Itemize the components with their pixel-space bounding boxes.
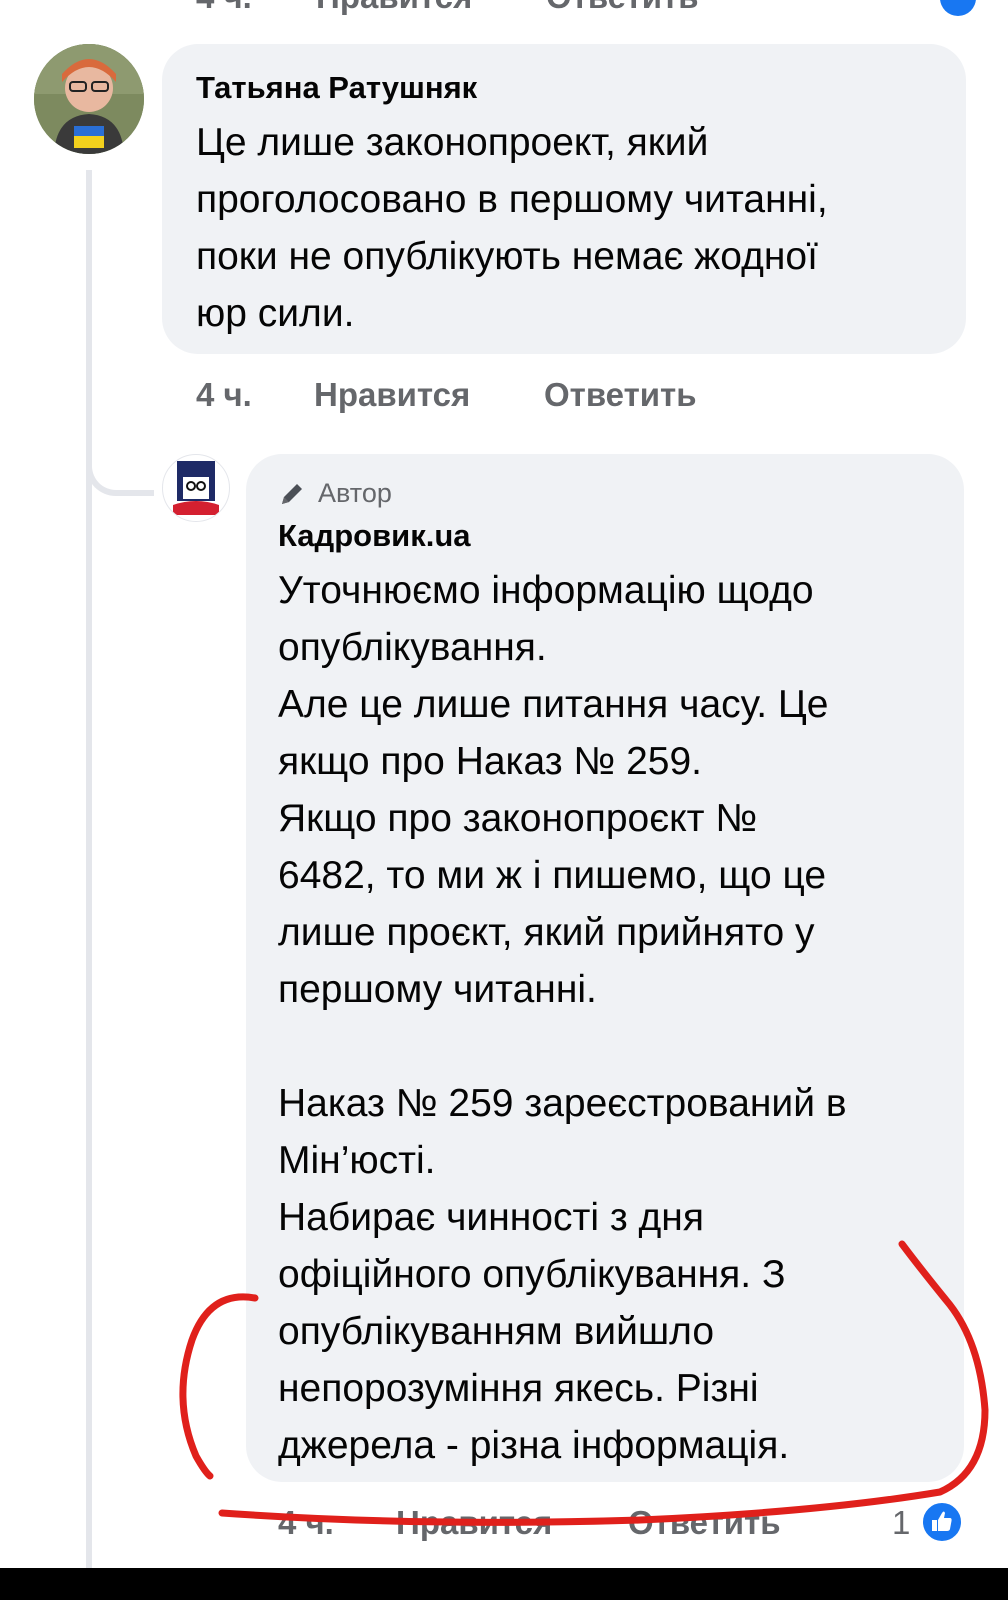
comment-text: Це лише законопроект, який проголосовано… xyxy=(196,121,828,335)
author-badge-label: Автор xyxy=(318,478,392,508)
comment-author[interactable]: Татьяна Ратушняк xyxy=(196,70,477,106)
reply-button[interactable]: Ответить xyxy=(546,0,699,16)
time-label: 4 ч. xyxy=(278,1504,334,1541)
previous-comment-actions: 4 ч. Нравится Ответить xyxy=(0,0,1008,18)
avatar-image xyxy=(34,44,144,154)
like-button[interactable]: Нравится xyxy=(314,376,470,414)
author-badge: Автор xyxy=(278,478,392,509)
reaction-count[interactable]: 1 xyxy=(892,1504,910,1542)
thread-branch xyxy=(86,420,154,496)
page-avatar[interactable] xyxy=(162,454,230,522)
reply-button[interactable]: Ответить xyxy=(544,376,697,414)
kadrovyk-logo-icon xyxy=(173,461,219,515)
comment-bubble: Автор Кадровик.ua Уточнюємо інформацію щ… xyxy=(246,454,964,1482)
avatar[interactable] xyxy=(34,44,144,154)
time-label: 4 ч. xyxy=(196,0,252,16)
like-button[interactable]: Нравится xyxy=(316,0,472,16)
comment-actions: 4 ч. Нравится Ответить xyxy=(0,376,1008,420)
pencil-icon xyxy=(282,483,302,504)
like-button[interactable]: Нравится xyxy=(396,1504,552,1542)
bottom-bar xyxy=(0,1568,1008,1600)
like-reaction-icon[interactable] xyxy=(920,1500,964,1544)
comment-bubble: Татьяна Ратушняк Це лише законопроект, я… xyxy=(162,44,966,354)
time-label: 4 ч. xyxy=(196,376,252,413)
thumbs-up-icon xyxy=(932,1511,952,1531)
comment-actions: 4 ч. Нравится Ответить 1 xyxy=(0,1504,1008,1548)
comment-text: Уточнюємо інформацію щодо опублікування.… xyxy=(278,569,847,1467)
comment-author[interactable]: Кадровик.ua xyxy=(278,518,471,554)
reply-button[interactable]: Ответить xyxy=(628,1504,781,1542)
